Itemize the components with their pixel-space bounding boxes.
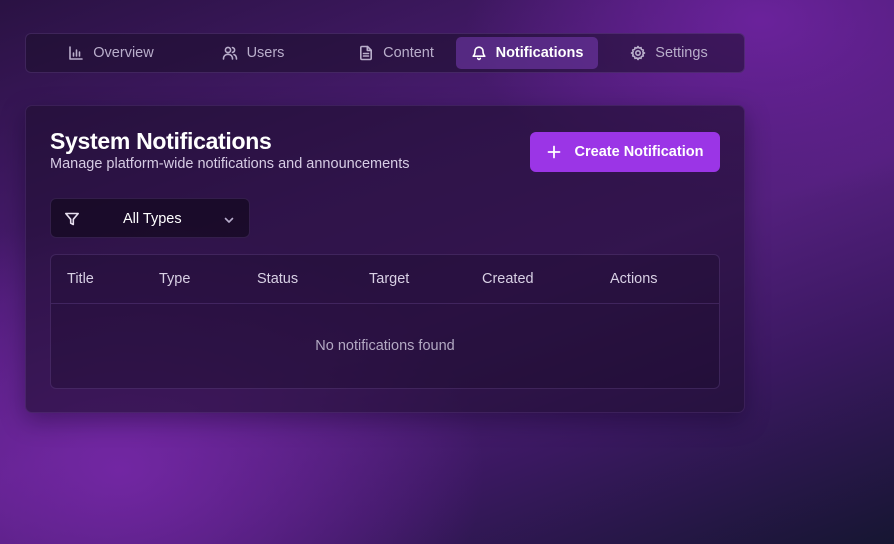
gear-icon (630, 45, 646, 61)
column-header-actions: Actions (610, 271, 658, 287)
type-filter-value: All Types (123, 211, 182, 227)
users-icon (222, 46, 237, 60)
column-header-title: Title (67, 271, 94, 287)
main-tab-bar: Overview Users Content Notifications Set… (25, 33, 745, 73)
table-header: Title Type Status Target Created Actions (51, 255, 719, 304)
plus-icon (547, 145, 560, 159)
page-title: System Notifications (50, 128, 272, 154)
notifications-table: Title Type Status Target Created Actions… (50, 254, 720, 389)
tab-content[interactable]: Content (344, 37, 448, 69)
create-notification-label: Create Notification (574, 144, 704, 160)
tab-settings-label: Settings (655, 45, 708, 61)
column-header-type: Type (159, 271, 191, 287)
bar-chart-icon (69, 46, 84, 60)
type-filter-select[interactable]: All Types (50, 198, 250, 238)
tab-settings[interactable]: Settings (624, 37, 714, 69)
page-subtitle: Manage platform-wide notifications and a… (50, 156, 410, 172)
tab-notifications-label: Notifications (495, 45, 584, 61)
bell-icon (471, 46, 486, 61)
column-header-status: Status (257, 271, 299, 287)
column-header-target: Target (369, 271, 410, 287)
tab-overview[interactable]: Overview (58, 37, 164, 69)
column-header-created: Created (482, 271, 534, 287)
create-notification-button[interactable]: Create Notification (530, 132, 720, 172)
tab-overview-label: Overview (93, 45, 154, 61)
tab-content-label: Content (383, 45, 434, 61)
chevron-down-icon (223, 213, 235, 225)
empty-state-message: No notifications found (315, 338, 455, 354)
tab-users-label: Users (246, 45, 285, 61)
notifications-card: System Notifications Manage platform-wid… (25, 105, 745, 413)
filter-icon (64, 211, 80, 227)
tab-notifications[interactable]: Notifications (456, 37, 598, 69)
document-icon (360, 45, 373, 61)
tab-users[interactable]: Users (208, 37, 298, 69)
